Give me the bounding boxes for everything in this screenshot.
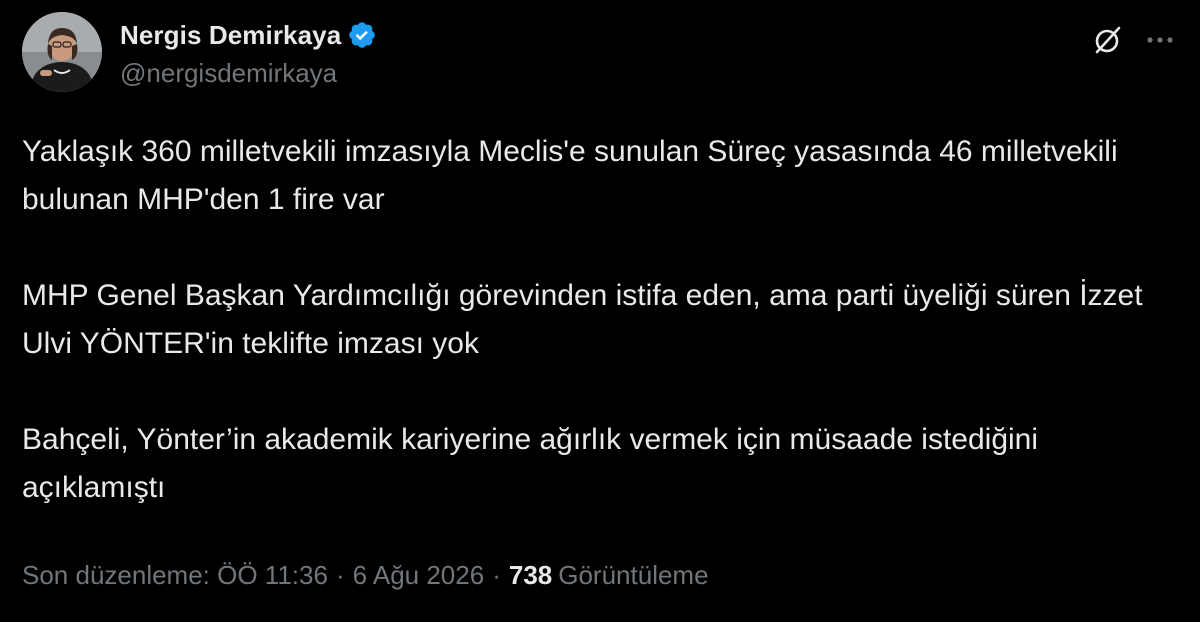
tweet-body: Yaklaşık 360 milletvekili imzasıyla Mecl… <box>22 128 1182 560</box>
post-date[interactable]: 6 Ağu 2026 <box>353 560 485 591</box>
views-count[interactable]: 738 <box>509 560 552 591</box>
more-dots-icon <box>1147 37 1173 43</box>
author-display-name[interactable]: Nergis Demirkaya <box>120 20 341 51</box>
meta-separator: · <box>335 560 345 590</box>
author-handle[interactable]: @nergisdemirkaya <box>120 58 377 89</box>
meta-separator: · <box>492 560 501 590</box>
verified-badge-icon[interactable] <box>347 20 377 50</box>
tweet-header: Nergis Demirkaya @nergisdemirkaya <box>20 12 1180 96</box>
grok-icon <box>1095 26 1121 54</box>
edited-timestamp[interactable]: Son düzenleme: ÖÖ 11:36 <box>22 560 328 591</box>
tweet-paragraph: Yaklaşık 360 milletvekili imzasıyla Mecl… <box>22 135 1118 216</box>
grok-button[interactable] <box>1088 20 1128 60</box>
views-label[interactable]: Görüntüleme <box>558 560 708 591</box>
avatar[interactable] <box>22 12 102 92</box>
tweet-paragraph: Bahçeli, Yönter’in akademik kariyerine a… <box>22 423 1039 504</box>
tweet-paragraph: MHP Genel Başkan Yardımcılığı görevinden… <box>22 279 1143 360</box>
tweet-meta: Son düzenleme: ÖÖ 11:36 · 6 Ağu 2026 · 7… <box>22 560 709 591</box>
profile-photo-icon <box>22 12 102 92</box>
more-options-button[interactable] <box>1140 20 1180 60</box>
author-block: Nergis Demirkaya @nergisdemirkaya <box>120 18 377 89</box>
